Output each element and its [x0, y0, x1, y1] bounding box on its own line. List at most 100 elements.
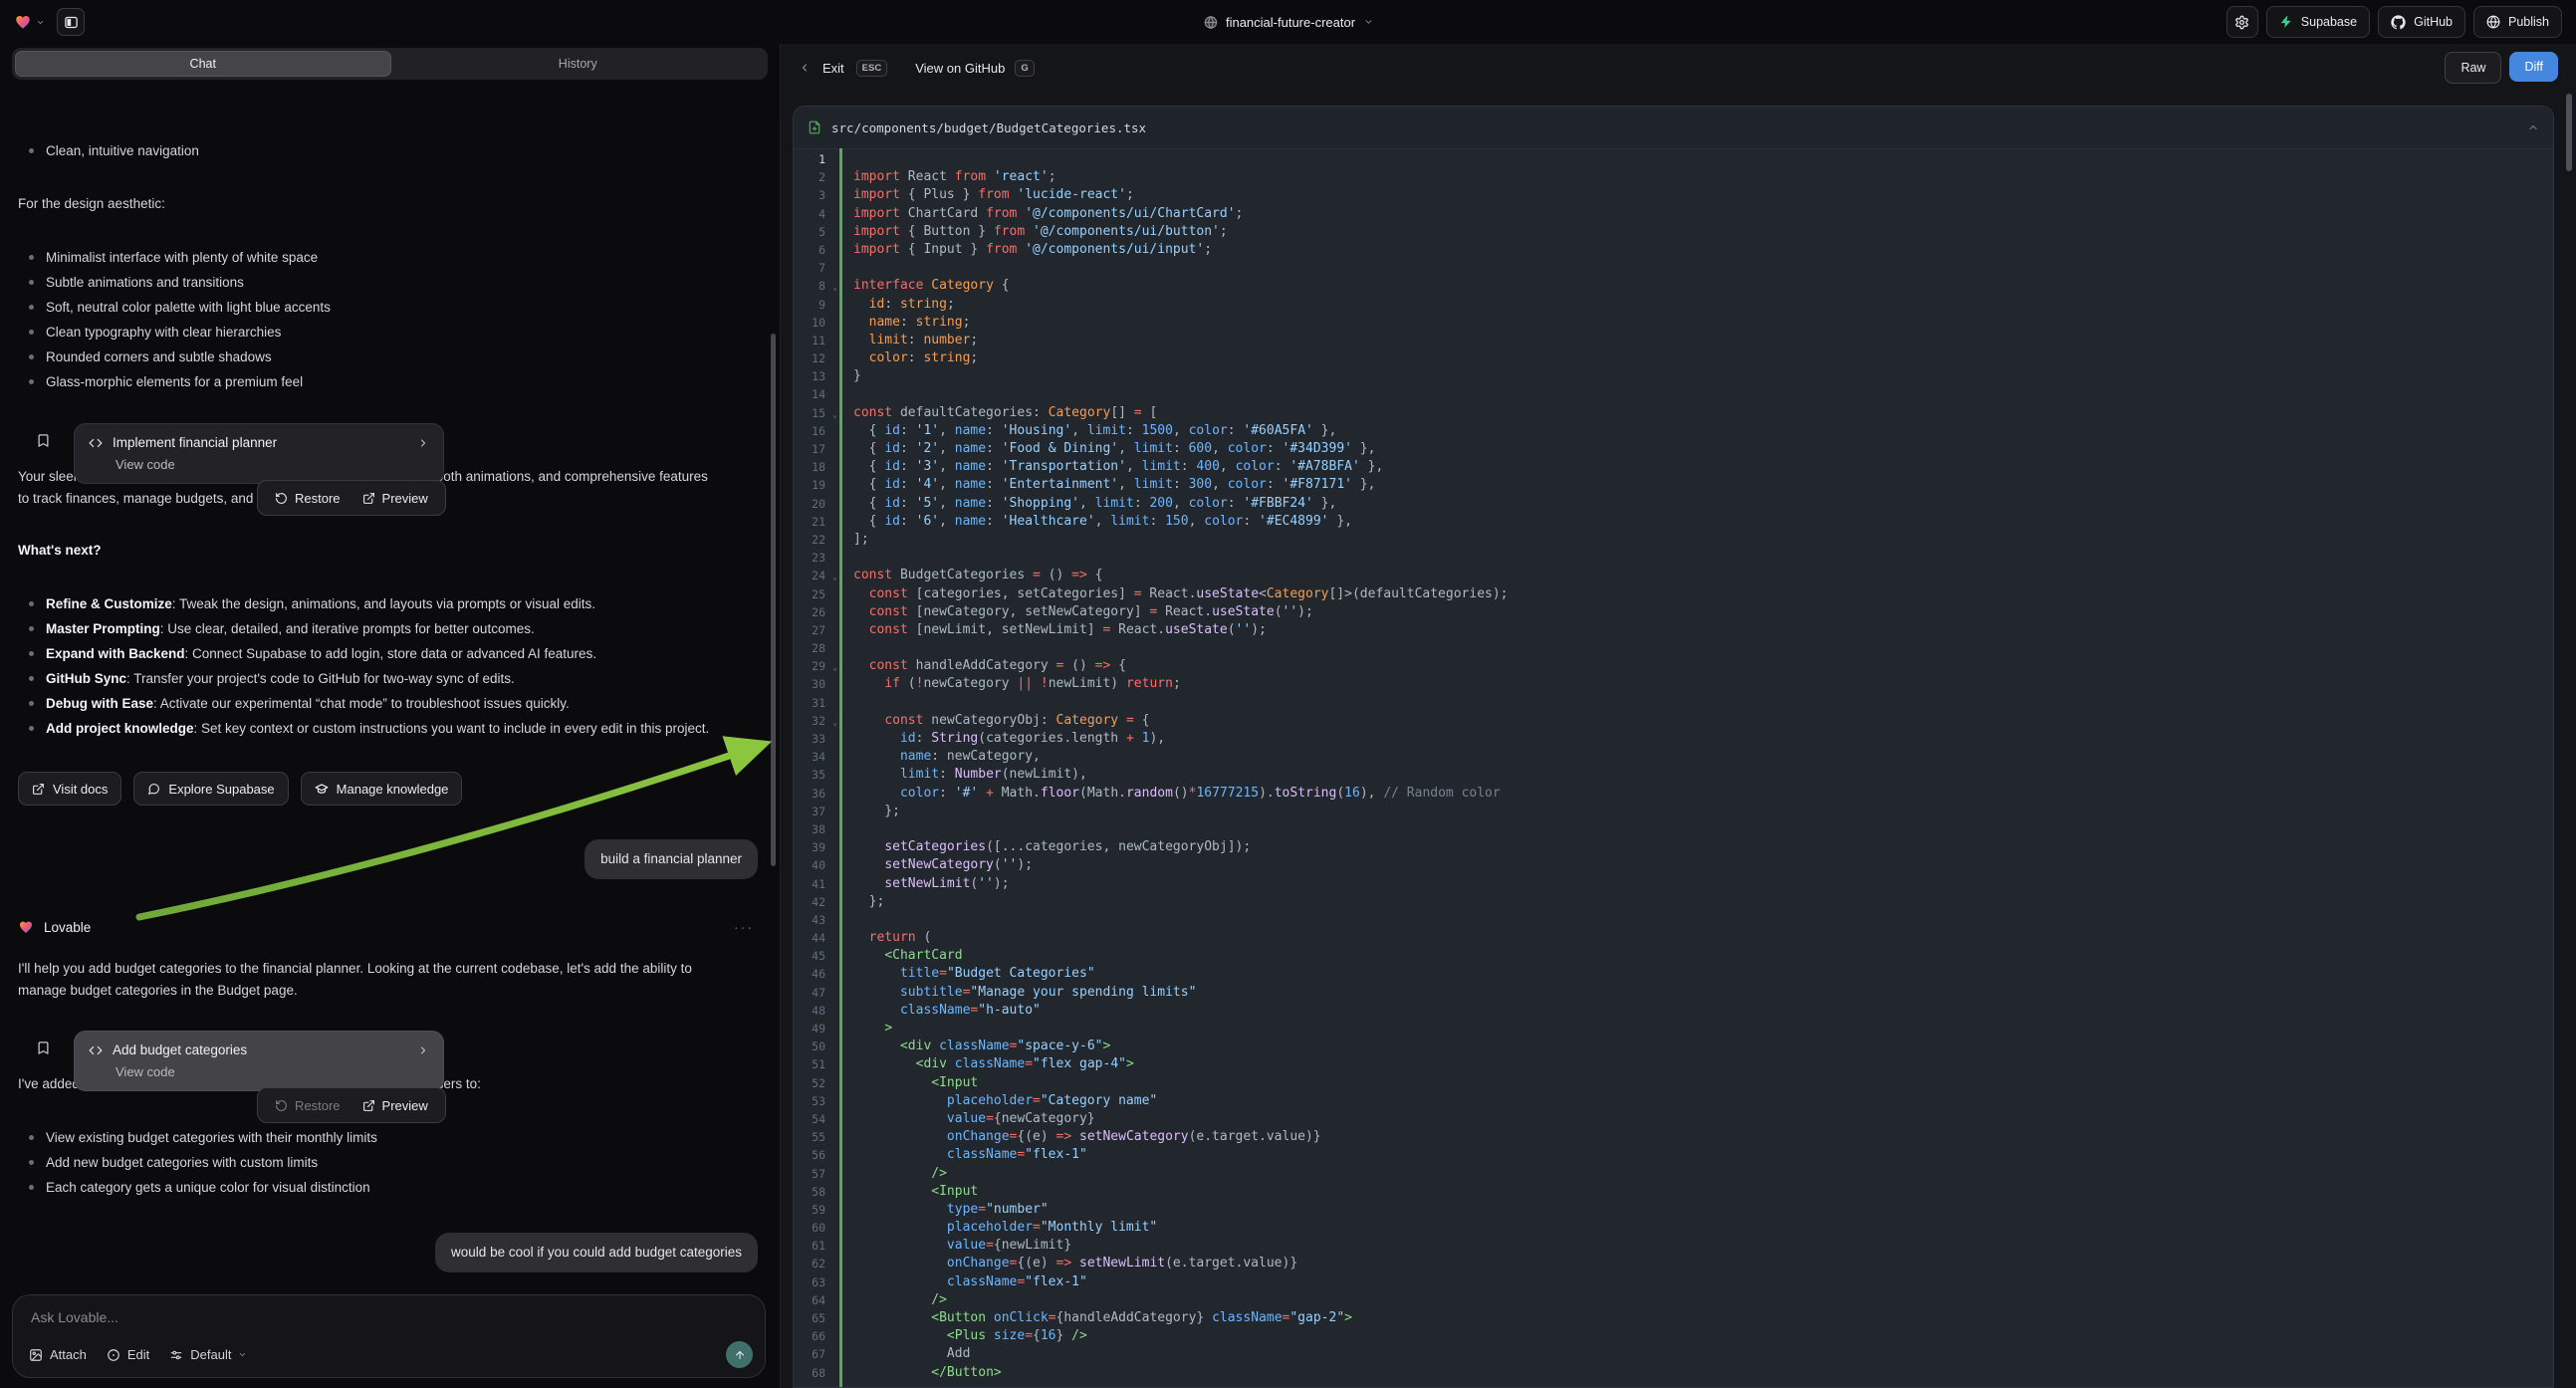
chat-input[interactable] [29, 1308, 717, 1326]
code-line: 62 onChange={(e) => setNewLimit(e.target… [794, 1255, 2553, 1272]
bullet-list: View existing budget categories with the… [18, 1122, 743, 1203]
list-item: Clean, intuitive navigation [46, 141, 743, 160]
version-card-block: Add budget categoriesView codeRestorePre… [18, 1031, 762, 1041]
settings-button[interactable] [2226, 6, 2258, 38]
chevron-up-icon[interactable] [2527, 121, 2539, 133]
code-line: 3import { Plus } from 'lucide-react'; [794, 186, 2553, 204]
action-visit-docs[interactable]: Visit docs [18, 772, 121, 806]
topbar: financial-future-creator Supabase GitHub [0, 0, 2576, 44]
send-button[interactable] [726, 1341, 753, 1368]
code-line: 39 setCategories([...categories, newCate… [794, 838, 2553, 856]
attach-button[interactable]: Attach [29, 1347, 87, 1362]
version-card[interactable]: Implement financial plannerView code [74, 423, 444, 484]
section-heading: What's next? [18, 540, 715, 562]
message-icon [147, 783, 160, 796]
edit-mode-button[interactable]: Edit [107, 1347, 149, 1362]
assistant-paragraph: For the design aesthetic: [18, 193, 715, 215]
more-options-button[interactable]: ··· [734, 919, 762, 935]
code-line: 1 [794, 150, 2553, 168]
github-label: GitHub [2414, 15, 2453, 29]
code-line: 61 value={newLimit} [794, 1237, 2553, 1255]
code-line: 10 name: string; [794, 314, 2553, 332]
version-card-block: Implement financial plannerView codeRest… [18, 423, 762, 433]
list-item: View existing budget categories with the… [46, 1128, 743, 1147]
publish-button[interactable]: Publish [2473, 6, 2562, 38]
code-line: 19 { id: '4', name: 'Entertainment', lim… [794, 476, 2553, 494]
code-line: 34 name: newCategory, [794, 748, 2553, 766]
model-selector[interactable]: Default [169, 1347, 247, 1362]
code-line: 47 subtitle="Manage your spending limits… [794, 984, 2553, 1002]
code-scrollbar[interactable] [2566, 94, 2572, 171]
edit-label: Edit [127, 1347, 149, 1362]
view-on-github-button[interactable]: View on GitHub [915, 61, 1005, 76]
file-card: src/components/budget/BudgetCategories.t… [793, 106, 2554, 1388]
preview-button[interactable]: Preview [351, 1088, 439, 1122]
supabase-button[interactable]: Supabase [2266, 6, 2370, 38]
code-line: 67 Add [794, 1345, 2553, 1363]
chat-scrollbar[interactable] [771, 334, 776, 866]
bookmark-button[interactable] [36, 433, 51, 451]
supabase-icon [2279, 15, 2293, 29]
code-line: 7 [794, 259, 2553, 277]
file-plus-icon [808, 120, 821, 134]
preview-button[interactable]: Preview [351, 481, 439, 515]
list-item: GitHub Sync: Transfer your project's cod… [46, 669, 743, 688]
code-line: 4import ChartCard from '@/components/ui/… [794, 205, 2553, 223]
code-line: 41 setNewLimit(''); [794, 875, 2553, 893]
chevron-right-icon [417, 1044, 429, 1056]
version-card[interactable]: Add budget categoriesView code [74, 1031, 444, 1091]
code-line: 37 }; [794, 803, 2553, 820]
heart-icon [18, 919, 34, 935]
sliders-icon [169, 1348, 183, 1362]
raw-toggle-button[interactable]: Raw [2445, 52, 2501, 84]
code-line: 52 <Input [794, 1074, 2553, 1092]
version-actions-pill: Restore Preview [257, 480, 446, 516]
code-line: 55 onChange={(e) => setNewCategory(e.tar… [794, 1128, 2553, 1146]
code-line: 50 <div className="space-y-6"> [794, 1038, 2553, 1055]
restore-label: Restore [295, 491, 341, 506]
view-code-link[interactable]: View code [116, 1064, 429, 1079]
action-manage-knowledge[interactable]: Manage knowledge [301, 772, 463, 806]
code-line: 43 [794, 911, 2553, 929]
bookmark-icon [36, 433, 51, 448]
image-icon [29, 1348, 43, 1362]
version-actions-pill: RestorePreview [257, 1087, 446, 1123]
list-item: Glass-morphic elements for a premium fee… [46, 372, 743, 391]
quick-actions-row: Visit docs Explore Supabase Manage knowled… [18, 772, 762, 806]
assistant-name: Lovable [44, 920, 91, 935]
code-line: 23 [794, 549, 2553, 567]
github-button[interactable]: GitHub [2378, 6, 2465, 38]
diff-toggle-button[interactable]: Diff [2509, 52, 2558, 82]
tab-history[interactable]: History [391, 51, 766, 77]
target-icon [107, 1348, 120, 1362]
tab-chat[interactable]: Chat [15, 51, 391, 77]
sidebar-toggle-button[interactable] [57, 8, 85, 36]
restore-button[interactable]: Restore [264, 481, 351, 515]
list-item: Refine & Customize: Tweak the design, an… [46, 594, 743, 613]
code-line: 24⌄const BudgetCategories = () => { [794, 567, 2553, 584]
external-link-icon [32, 783, 45, 796]
composer: Attach Edit Default [12, 1294, 766, 1378]
user-message-row: would be cool if you could add budget ca… [18, 1233, 758, 1272]
lovable-logo-menu[interactable] [14, 13, 45, 31]
file-path-row[interactable]: src/components/budget/BudgetCategories.t… [794, 107, 2553, 149]
bookmark-button[interactable] [36, 1041, 51, 1058]
action-explore-supabase[interactable]: Explore Supabase [133, 772, 288, 806]
code-line: 27 const [newLimit, setNewLimit] = React… [794, 621, 2553, 639]
code-line: 56 className="flex-1" [794, 1146, 2553, 1164]
arrow-up-icon [734, 1349, 746, 1361]
restore-button[interactable]: Restore [264, 1088, 351, 1122]
graduation-cap-icon [315, 782, 329, 796]
globe-icon [2486, 15, 2500, 29]
project-switcher[interactable]: financial-future-creator [1203, 15, 1373, 30]
code-line: 60 placeholder="Monthly limit" [794, 1219, 2553, 1237]
view-code-link[interactable]: View code [116, 457, 429, 472]
chevron-down-icon [1363, 17, 1373, 27]
chat-panel: Chat History Clean, intuitive navigation… [0, 44, 780, 1388]
esc-key-badge: ESC [856, 60, 888, 77]
action-label: Explore Supabase [168, 782, 274, 797]
list-item: Clean typography with clear hierarchies [46, 323, 743, 342]
code-line: 9 id: string; [794, 296, 2553, 314]
list-item: Each category gets a unique color for vi… [46, 1178, 743, 1197]
exit-button[interactable]: Exit [822, 61, 844, 76]
